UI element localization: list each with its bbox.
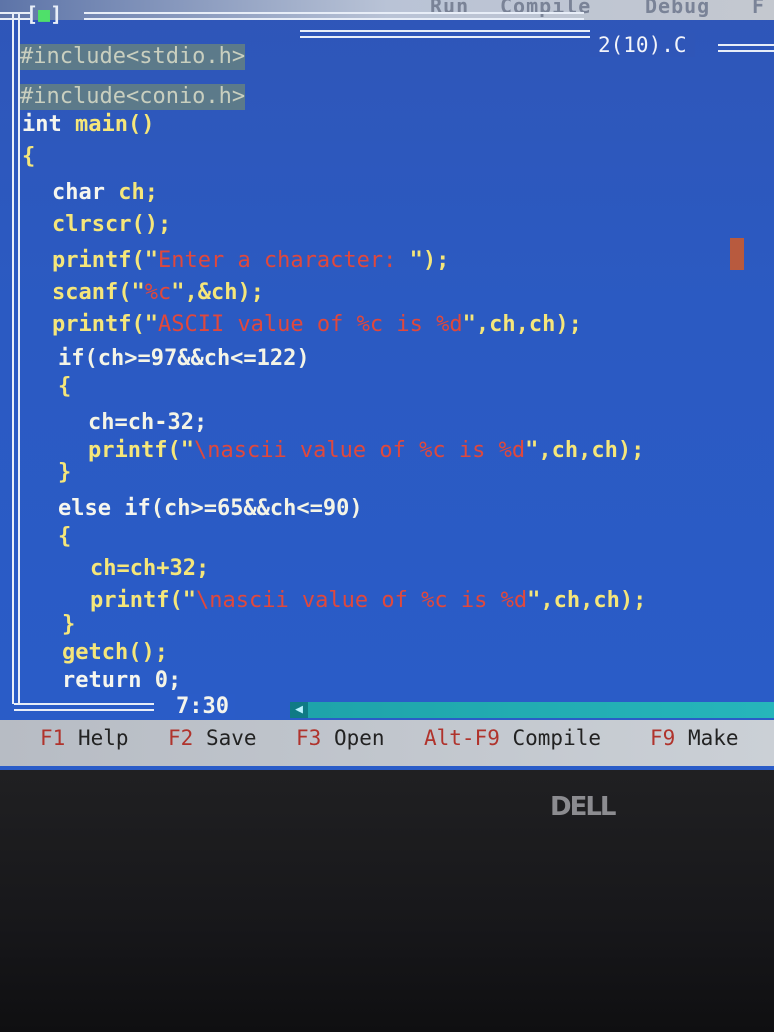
fkey-compile-label: Compile [499, 726, 602, 750]
return-value: 0; [141, 668, 182, 693]
string-literal: \nascii value of %c is %d [193, 438, 526, 463]
string-literal: %c [144, 280, 172, 305]
code-line-printf-upper: printf("\nascii value of %c is %d",ch,ch… [90, 588, 646, 614]
code-line-if: if(ch>=97&&ch<=122) [58, 346, 310, 371]
fkey-save[interactable]: F2 Save [168, 726, 257, 750]
main-function: main() [61, 112, 155, 137]
printf-end: ",ch,ch); [525, 438, 645, 463]
string-literal: Enter a character: [157, 248, 410, 273]
code-line-open-brace: { [22, 144, 36, 169]
fkey-make-label: Make [675, 726, 739, 750]
code-editor[interactable]: #include<stdio.h> #include<conio.h> int … [0, 0, 774, 700]
code-line-brace-open-2: { [58, 524, 72, 549]
else-if-condition: (ch>=65&&ch<=90) [150, 496, 363, 521]
fkey-help[interactable]: F1 Help [40, 726, 129, 750]
code-line-brace-close-2: } [62, 612, 76, 637]
fkey-open-key: F3 [296, 726, 322, 750]
fkey-open-label: Open [321, 726, 385, 750]
fkey-help-label: Help [65, 726, 129, 750]
printf-call: printf(" [52, 312, 158, 337]
code-line-include-stdio: #include<stdio.h> [20, 44, 246, 70]
string-literal: ASCII value of %c is %d [157, 312, 463, 337]
function-key-bar: F1 Help F2 Save F3 Open Alt-F9 Compile F… [0, 720, 774, 766]
code-line-printf-lower: printf("\nascii value of %c is %d",ch,ch… [88, 438, 644, 464]
scroll-marker[interactable] [730, 238, 744, 270]
keyword-else-if: else if [58, 496, 151, 521]
printf-end: "); [409, 248, 450, 273]
code-line-printf-enter: printf("Enter a character: "); [52, 248, 449, 274]
printf-call: printf(" [88, 438, 194, 463]
printf-end: ",ch,ch); [462, 312, 582, 337]
laptop-bezel [0, 770, 774, 1032]
code-line-brace-open-1: { [58, 374, 72, 399]
code-line-getch: getch(); [62, 640, 168, 665]
code-line-else-if: else if(ch>=65&&ch<=90) [58, 496, 363, 522]
horizontal-scrollbar[interactable]: ◀ [290, 702, 774, 718]
scroll-left-arrow-icon[interactable]: ◀ [290, 702, 308, 718]
keyword-char: char [52, 180, 105, 205]
fkey-open[interactable]: F3 Open [296, 726, 385, 750]
code-line-clrscr: clrscr(); [52, 212, 172, 237]
code-line-return: return 0; [62, 668, 181, 694]
code-line-printf-ascii: printf("ASCII value of %c is %d",ch,ch); [52, 312, 582, 338]
editor-status-line: 7:30 ◀ [20, 694, 774, 719]
fkey-save-label: Save [193, 726, 257, 750]
fkey-make[interactable]: F9 Make [650, 726, 739, 750]
ide-screen: Run Compile Debug F [■] 2(10).C #include… [0, 0, 774, 770]
code-line-main: int main() [22, 112, 154, 138]
scanf-end: ",&ch); [171, 280, 264, 305]
fkey-save-key: F2 [168, 726, 194, 750]
cursor-position: 7:30 [170, 694, 235, 719]
printf-call: printf(" [90, 588, 196, 613]
code-line-include-conio: #include<conio.h> [20, 84, 246, 110]
fkey-compile[interactable]: Alt-F9 Compile [424, 726, 601, 750]
code-line-add: ch=ch+32; [90, 556, 210, 581]
code-line-brace-close-1: } [58, 460, 72, 485]
fkey-make-key: F9 [650, 726, 676, 750]
printf-call: printf(" [52, 248, 158, 273]
code-line-char: char ch; [52, 180, 158, 206]
keyword-return: return [62, 668, 142, 693]
code-line-subtract: ch=ch-32; [88, 410, 208, 435]
char-var: ch; [104, 180, 158, 205]
brand-logo: DELL [550, 792, 616, 822]
fkey-help-key: F1 [40, 726, 66, 750]
scanf-call: scanf(" [52, 280, 145, 305]
fkey-compile-key: Alt-F9 [424, 726, 500, 750]
code-line-scanf: scanf("%c",&ch); [52, 280, 264, 306]
keyword-int: int [22, 112, 62, 137]
printf-end: ",ch,ch); [527, 588, 647, 613]
string-literal: \nascii value of %c is %d [195, 588, 528, 613]
